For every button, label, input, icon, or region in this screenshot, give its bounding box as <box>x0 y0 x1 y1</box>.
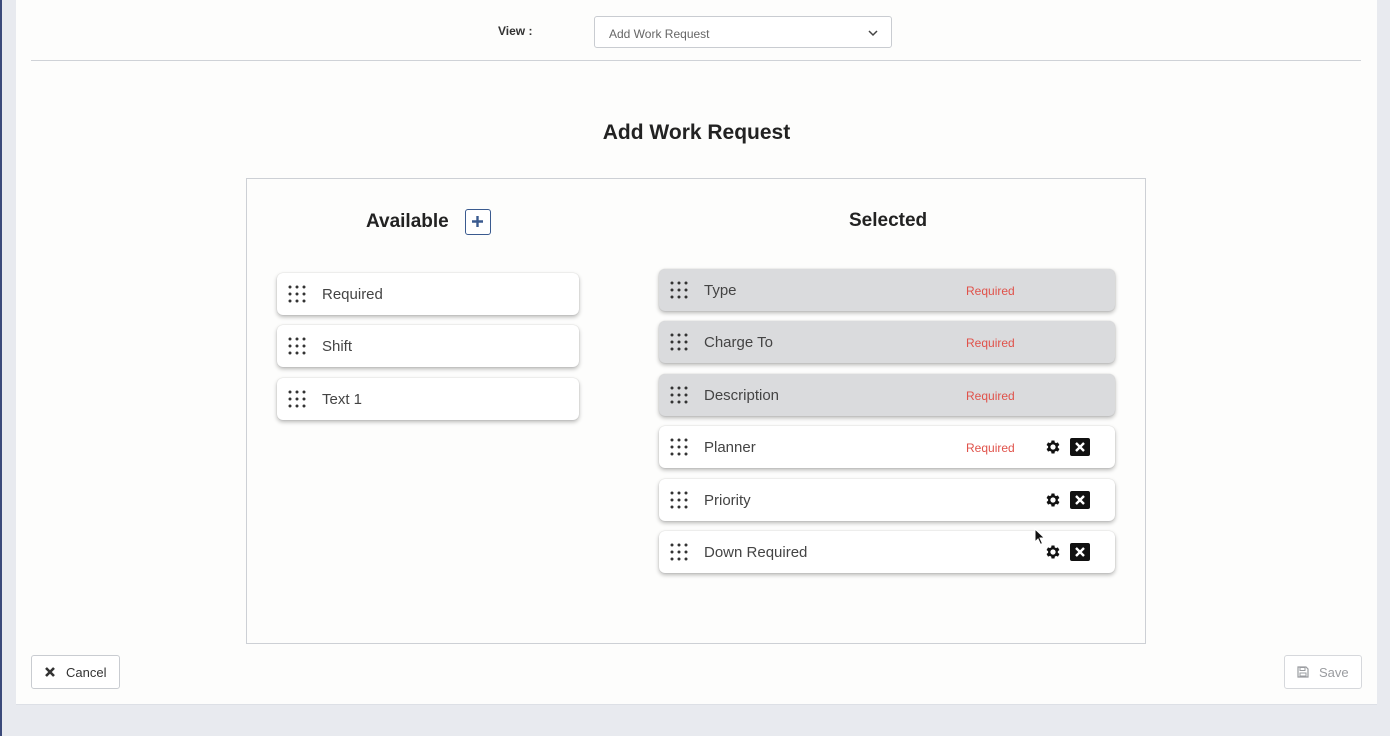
add-field-button[interactable] <box>465 209 491 235</box>
view-select[interactable]: Add Work Request <box>594 16 892 48</box>
save-button[interactable]: Save <box>1284 655 1362 689</box>
editor-panel: View : Add Work Request Add Work Request… <box>16 0 1377 705</box>
cancel-label: Cancel <box>66 665 107 680</box>
selected-item-planner[interactable]: Planner Required <box>659 426 1115 468</box>
selected-item-priority[interactable]: Priority <box>659 479 1115 521</box>
drag-handle-icon[interactable] <box>669 437 689 457</box>
selected-item-label: Priority <box>704 492 751 509</box>
selected-item-label: Type <box>704 282 737 299</box>
gear-icon[interactable] <box>1044 438 1062 456</box>
drag-handle-icon[interactable] <box>669 280 689 300</box>
available-item[interactable]: Text 1 <box>277 378 579 420</box>
selected-title: Selected <box>849 210 928 231</box>
required-tag: Required <box>966 389 1015 403</box>
view-label: View : <box>498 24 533 38</box>
gear-icon[interactable] <box>1044 543 1062 561</box>
required-tag: Required <box>966 336 1015 350</box>
remove-icon[interactable] <box>1070 543 1090 561</box>
field-layout-box: Available Selected Required Shift Text 1… <box>246 178 1146 644</box>
save-icon <box>1297 666 1309 678</box>
selected-item-label: Charge To <box>704 334 773 351</box>
selected-item-description[interactable]: Description Required <box>659 374 1115 416</box>
required-tag: Required <box>966 441 1015 455</box>
cancel-button[interactable]: Cancel <box>31 655 120 689</box>
drag-handle-icon[interactable] <box>669 542 689 562</box>
save-label: Save <box>1319 665 1349 680</box>
available-item[interactable]: Required <box>277 273 579 315</box>
remove-icon[interactable] <box>1070 438 1090 456</box>
selected-item-type[interactable]: Type Required <box>659 269 1115 311</box>
view-select-value: Add Work Request <box>609 27 710 41</box>
selected-item-label: Down Required <box>704 544 808 561</box>
drag-handle-icon[interactable] <box>287 336 307 356</box>
chevron-down-icon <box>868 30 878 37</box>
gear-icon[interactable] <box>1044 491 1062 509</box>
remove-icon[interactable] <box>1070 491 1090 509</box>
available-item-label: Required <box>322 286 383 303</box>
close-icon <box>45 667 55 677</box>
drag-handle-icon[interactable] <box>669 332 689 352</box>
required-tag: Required <box>966 284 1015 298</box>
drag-handle-icon[interactable] <box>287 284 307 304</box>
available-title: Available <box>366 211 449 232</box>
selected-item-down-required[interactable]: Down Required <box>659 531 1115 573</box>
plus-icon <box>472 216 483 227</box>
window-edge <box>0 0 2 736</box>
selected-item-charge-to[interactable]: Charge To Required <box>659 321 1115 363</box>
available-item[interactable]: Shift <box>277 325 579 367</box>
mouse-cursor-icon <box>1034 528 1046 546</box>
available-item-label: Text 1 <box>322 391 363 408</box>
selected-item-label: Planner <box>704 439 756 456</box>
drag-handle-icon[interactable] <box>669 490 689 510</box>
selected-item-label: Description <box>704 387 780 404</box>
drag-handle-icon[interactable] <box>287 389 307 409</box>
drag-handle-icon[interactable] <box>669 385 689 405</box>
header-divider <box>31 60 1361 61</box>
page-title: Add Work Request <box>602 121 791 144</box>
available-item-label: Shift <box>322 338 353 355</box>
